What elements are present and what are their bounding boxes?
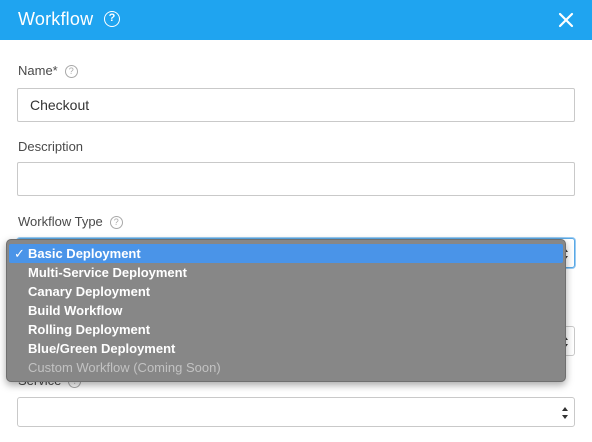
workflow-type-label-text: Workflow Type: [18, 214, 103, 229]
workflow-type-label: Workflow Type?: [18, 214, 123, 229]
name-help-icon[interactable]: ?: [64, 65, 78, 78]
option-basic-deployment[interactable]: ✓ Basic Deployment: [9, 244, 563, 263]
checkmark-icon: ✓: [14, 246, 25, 261]
service-select[interactable]: [17, 397, 575, 427]
option-label: Custom Workflow (Coming Soon): [28, 360, 221, 375]
option-blue-green-deployment[interactable]: Blue/Green Deployment: [7, 339, 565, 358]
workflow-type-dropdown: ✓ Basic Deployment Multi-Service Deploym…: [6, 239, 566, 382]
name-label-text: Name*: [18, 63, 58, 78]
option-canary-deployment[interactable]: Canary Deployment: [7, 282, 565, 301]
name-label: Name*?: [18, 63, 78, 78]
workflow-type-help-icon[interactable]: ?: [109, 216, 123, 229]
dialog-title: Workflow: [18, 9, 94, 29]
name-input[interactable]: [17, 88, 575, 122]
close-icon[interactable]: [556, 10, 576, 30]
option-label: Canary Deployment: [28, 284, 151, 299]
help-icon[interactable]: ?: [104, 11, 120, 27]
dialog-header: Workflow ?: [0, 0, 592, 40]
option-label: Basic Deployment: [28, 246, 141, 261]
description-input[interactable]: [17, 162, 575, 196]
option-custom-workflow: Custom Workflow (Coming Soon): [7, 358, 565, 377]
option-build-workflow[interactable]: Build Workflow: [7, 301, 565, 320]
option-label: Build Workflow: [28, 303, 123, 318]
select-arrows-icon: [562, 407, 568, 419]
option-label: Blue/Green Deployment: [28, 341, 176, 356]
option-rolling-deployment[interactable]: Rolling Deployment: [7, 320, 565, 339]
option-multi-service-deployment[interactable]: Multi-Service Deployment: [7, 263, 565, 282]
option-label: Multi-Service Deployment: [28, 265, 187, 280]
option-label: Rolling Deployment: [28, 322, 151, 337]
description-label: Description: [18, 139, 84, 154]
